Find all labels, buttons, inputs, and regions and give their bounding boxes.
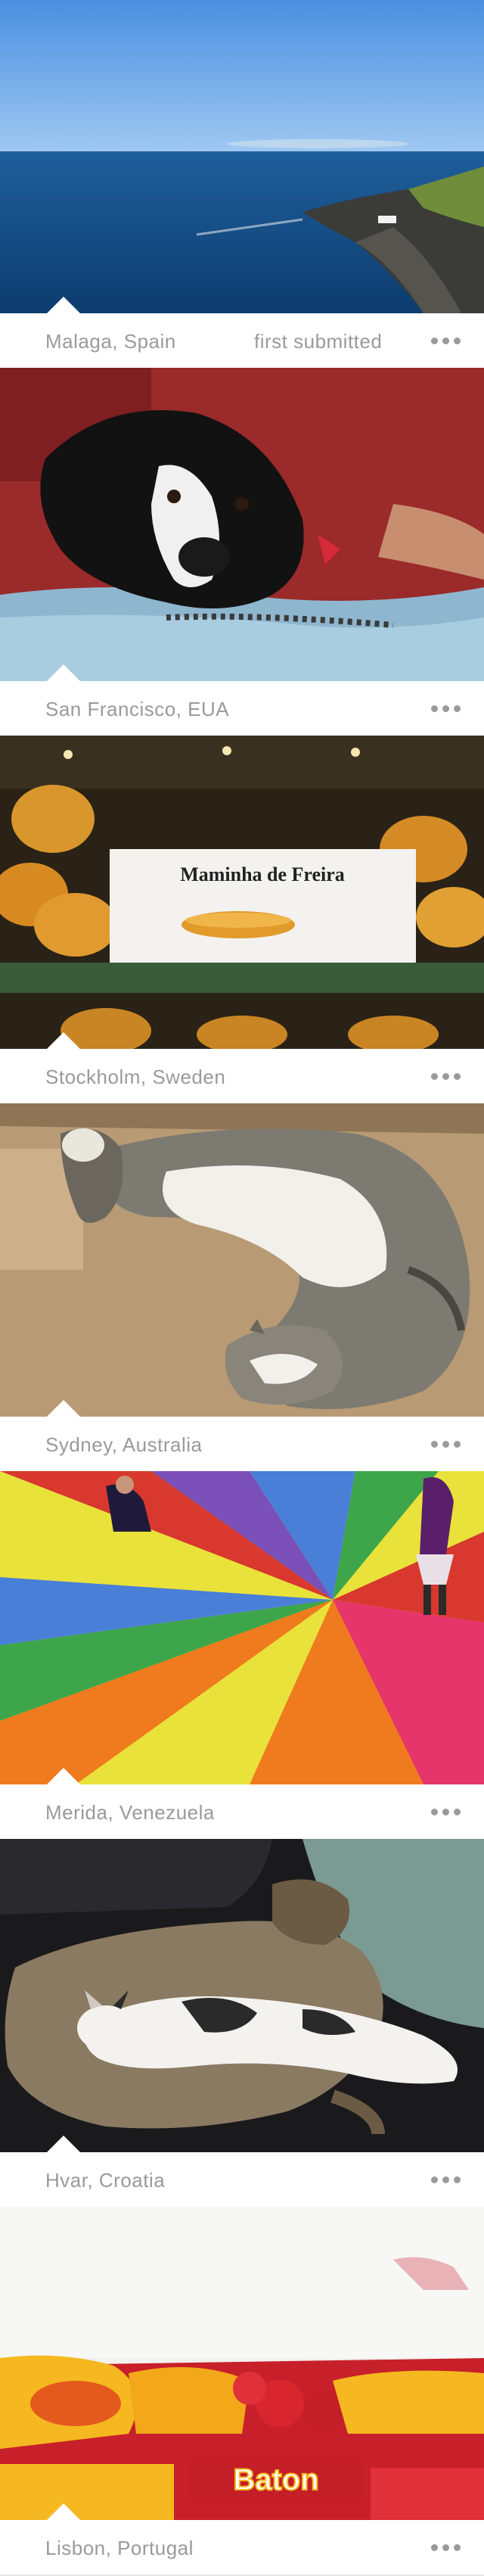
location-label[interactable]: Malaga, Spain (45, 330, 176, 353)
photo-pastries-display[interactable]: Maminha de Freira (0, 736, 484, 1049)
photo-caption: San Francisco, EUA (0, 681, 484, 736)
caption-notch (45, 1768, 82, 1786)
location-label[interactable]: Hvar, Croatia (45, 2169, 165, 2192)
photo-card: Maminha de Freira Stockholm, Sweden (0, 736, 484, 1103)
photo-parachute-game[interactable] (0, 1471, 484, 1784)
pastry-sign-text: Maminha de Freira (180, 863, 345, 885)
location-label[interactable]: Stockholm, Sweden (45, 1066, 225, 1089)
photo-caption: Malaga, Spain first submitted (0, 313, 484, 368)
photo-card: Sydney, Australia (0, 1103, 484, 1471)
location-label[interactable]: San Francisco, EUA (45, 698, 229, 721)
more-dots-icon[interactable] (428, 1800, 464, 1822)
photo-cat-and-dog-sleeping[interactable] (0, 1839, 484, 2152)
candy-brand-text: Baton (233, 2463, 318, 2497)
more-dots-icon[interactable] (428, 696, 464, 719)
caption-notch (45, 664, 82, 683)
location-label[interactable]: Merida, Venezuela (45, 1801, 215, 1825)
more-dots-icon[interactable] (428, 2535, 464, 2558)
photo-caption: Lisbon, Portugal (0, 2520, 484, 2574)
caption-notch (45, 1400, 82, 1418)
photo-caption: Hvar, Croatia (0, 2152, 484, 2207)
location-label[interactable]: Lisbon, Portugal (45, 2537, 194, 2560)
photo-caption: Stockholm, Sweden (0, 1049, 484, 1103)
more-dots-icon[interactable] (428, 1432, 464, 1454)
photo-coastline[interactable] (0, 0, 484, 313)
photo-caption: Sydney, Australia (0, 1417, 484, 1471)
location-label[interactable]: Sydney, Australia (45, 1433, 202, 1457)
caption-notch (45, 1032, 82, 1050)
photo-dog-on-blanket[interactable] (0, 368, 484, 681)
photo-card: San Francisco, EUA (0, 368, 484, 736)
first-submitted-label: first submitted (254, 330, 383, 353)
photo-card: Malaga, Spain first submitted (0, 0, 484, 368)
photo-card: Baton Lisbon, Portugal (0, 2207, 484, 2574)
caption-notch (45, 2136, 82, 2154)
photo-candy-box[interactable]: Baton (0, 2207, 484, 2520)
photo-feed: Malaga, Spain first submitted San Franci… (0, 0, 484, 2574)
caption-notch (45, 2503, 82, 2522)
photo-card: Hvar, Croatia (0, 1839, 484, 2207)
more-dots-icon[interactable] (428, 2167, 464, 2190)
photo-caption: Merida, Venezuela (0, 1784, 484, 1839)
photo-card: Merida, Venezuela (0, 1471, 484, 1839)
more-dots-icon[interactable] (428, 1064, 464, 1087)
more-dots-icon[interactable] (428, 328, 464, 351)
caption-notch (45, 297, 82, 315)
photo-cat-in-box[interactable] (0, 1103, 484, 1417)
